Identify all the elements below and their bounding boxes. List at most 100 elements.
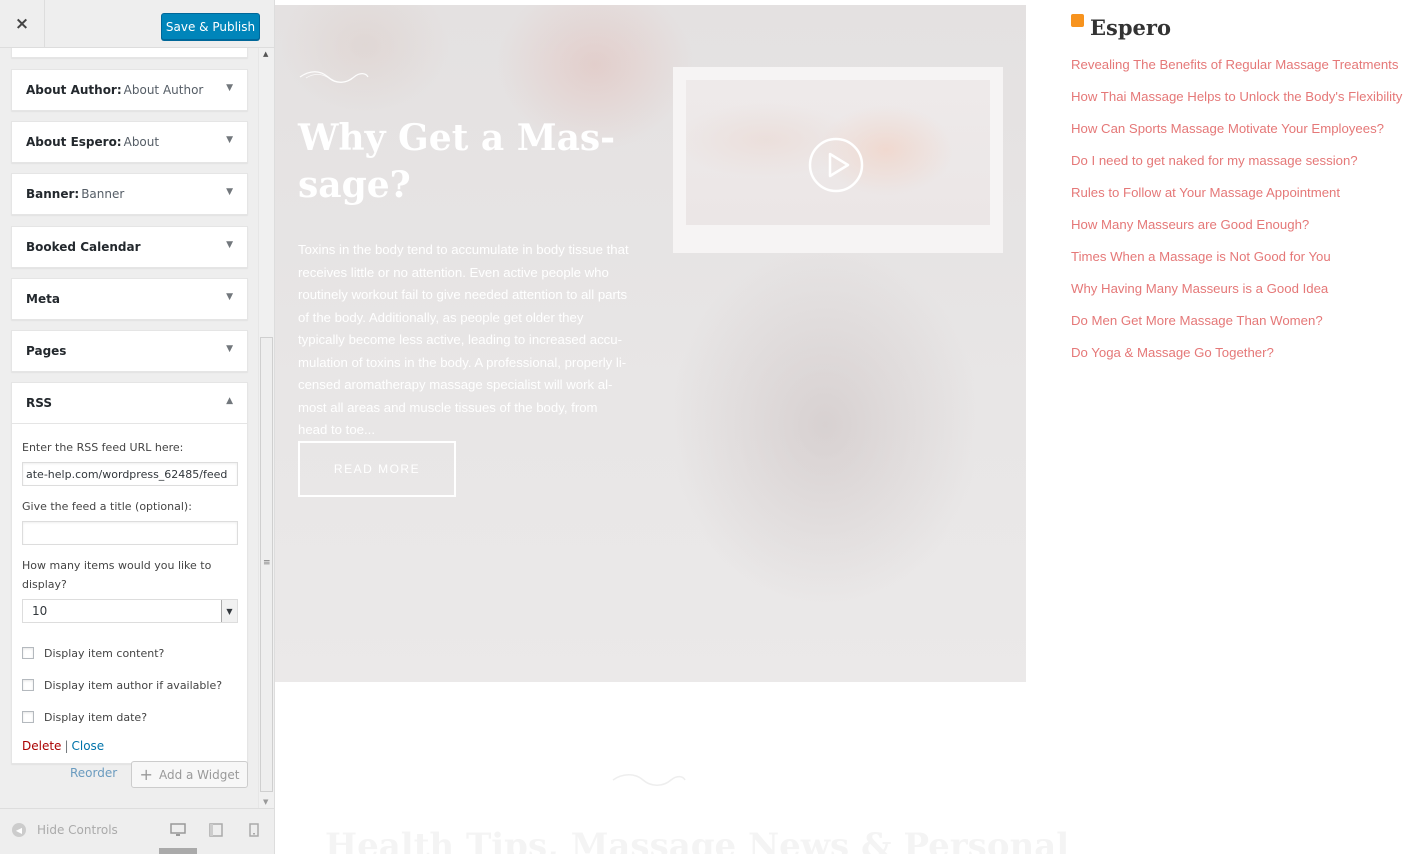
delete-link[interactable]: Delete: [22, 739, 61, 753]
item-content-label: Display item content?: [44, 646, 165, 660]
widget-title: About Author: [123, 83, 204, 97]
expand-arrow-icon[interactable]: ▼: [226, 135, 233, 145]
rss-feed-widget: Espero Revealing The Benefits of Regular…: [1071, 14, 1411, 374]
tablet-icon[interactable]: [209, 823, 223, 841]
widget-actions: Delete | Close: [22, 739, 237, 753]
rss-widget-form: Enter the RSS feed URL here: Give the fe…: [12, 423, 247, 763]
rss-icon[interactable]: [1071, 14, 1084, 27]
scroll-up-icon[interactable]: ▲: [263, 50, 268, 58]
action-separator: |: [64, 739, 69, 753]
read-more-button[interactable]: READ MORE: [298, 441, 456, 497]
plus-icon: +: [139, 765, 153, 784]
feed-url-input[interactable]: [22, 462, 238, 486]
widget-partial[interactable]: [11, 48, 248, 58]
play-icon[interactable]: [808, 137, 864, 193]
expand-arrow-icon[interactable]: ▼: [226, 83, 233, 93]
hide-controls-label: Hide Controls: [37, 823, 118, 837]
option-item-author[interactable]: Display item author if available?: [22, 669, 237, 701]
widget-booked-calendar[interactable]: Booked Calendar ▼: [11, 226, 248, 268]
widget-header[interactable]: About Espero: About ▼: [12, 122, 247, 162]
expand-arrow-icon[interactable]: ▼: [226, 240, 233, 250]
option-item-content[interactable]: Display item content?: [22, 637, 237, 669]
grip-icon: ≡: [263, 558, 271, 568]
rss-widget-title[interactable]: Espero: [1090, 15, 1171, 40]
item-date-label: Display item date?: [44, 710, 148, 724]
rss-item-link[interactable]: Why Having Many Masseurs is a Good Idea: [1071, 278, 1411, 300]
rss-item-link[interactable]: Times When a Massage is Not Good for You: [1071, 246, 1411, 268]
rss-widget-heading: Espero: [1071, 14, 1411, 40]
widget-pages[interactable]: Pages ▼: [11, 330, 248, 372]
widget-meta[interactable]: Meta ▼: [11, 278, 248, 320]
rss-item-link[interactable]: Do Men Get More Massage Than Women?: [1071, 310, 1411, 332]
hero-text: Toxins in the body tend to accumulate in…: [298, 242, 629, 437]
customizer-screen: × Save & Publish About Author: About Aut…: [0, 0, 1419, 854]
close-icon[interactable]: ×: [0, 0, 45, 48]
save-publish-button[interactable]: Save & Publish: [161, 13, 260, 40]
customizer-footer: ◀ Hide Controls: [0, 808, 274, 854]
widget-header[interactable]: Booked Calendar ▼: [12, 227, 247, 267]
desktop-icon[interactable]: [170, 823, 186, 841]
collapse-icon: ◀: [12, 823, 26, 837]
widget-about-author[interactable]: About Author: About Author ▼: [11, 69, 248, 111]
widget-header[interactable]: Pages ▼: [12, 331, 247, 371]
hero-section: Why Get a Mas­sage? Toxins in the body t…: [275, 5, 1026, 682]
widget-name: About Espero:: [26, 135, 122, 149]
widget-name: Meta: [26, 292, 60, 306]
rss-item-link[interactable]: How Thai Massage Helps to Unlock the Bod…: [1071, 86, 1411, 108]
expand-arrow-icon[interactable]: ▼: [226, 292, 233, 302]
ornament-icon: [299, 71, 369, 83]
widget-title: Banner: [81, 187, 125, 201]
rss-item-link[interactable]: Do Yoga & Massage Go Together?: [1071, 342, 1411, 364]
scrollbar-thumb[interactable]: ≡: [260, 337, 273, 792]
expand-arrow-icon[interactable]: ▼: [226, 344, 233, 354]
widget-header[interactable]: About Author: About Author ▼: [12, 70, 247, 110]
items-count-select[interactable]: 10 ▼: [22, 599, 238, 623]
widget-header[interactable]: RSS ▲: [12, 383, 247, 423]
expand-arrow-icon[interactable]: ▼: [226, 187, 233, 197]
sidebar-scrollbar[interactable]: ▲ ≡ ▼: [258, 48, 274, 808]
video-thumbnail[interactable]: [673, 67, 1003, 253]
widget-name: Booked Calendar: [26, 240, 141, 254]
items-count-label: How many items would you like to display…: [22, 559, 212, 591]
mobile-icon[interactable]: [249, 823, 259, 841]
rss-item-link[interactable]: How Many Masseurs are Good Enough?: [1071, 214, 1411, 236]
widget-name: Pages: [26, 344, 67, 358]
widget-header[interactable]: Banner: Banner ▼: [12, 174, 247, 214]
option-item-date[interactable]: Display item date?: [22, 701, 237, 733]
close-link[interactable]: Close: [71, 739, 104, 753]
item-author-label: Display item author if available?: [44, 678, 223, 692]
ornament-icon: [612, 774, 686, 786]
item-author-checkbox[interactable]: [22, 679, 34, 691]
customizer-header: × Save & Publish: [0, 0, 274, 48]
feed-title-label: Give the feed a title (optional):: [22, 500, 192, 513]
widget-rss[interactable]: RSS ▲ Enter the RSS feed URL here: Give …: [11, 382, 248, 764]
widget-banner[interactable]: Banner: Banner ▼: [11, 173, 248, 215]
widget-name: About Author:: [26, 83, 122, 97]
active-device-indicator: [159, 848, 197, 854]
rss-item-link[interactable]: Revealing The Benefits of Regular Massag…: [1071, 54, 1411, 76]
feed-url-label: Enter the RSS feed URL here:: [22, 441, 184, 454]
rss-item-link[interactable]: Rules to Follow at Your Massage Appointm…: [1071, 182, 1411, 204]
widget-header[interactable]: Meta ▼: [12, 279, 247, 319]
widget-list: About Author: About Author ▼ About Esper…: [0, 48, 258, 808]
collapse-arrow-icon[interactable]: ▲: [226, 396, 233, 406]
rss-item-link[interactable]: Do I need to get naked for my massage se…: [1071, 150, 1411, 172]
item-date-checkbox[interactable]: [22, 711, 34, 723]
widget-name: RSS: [26, 396, 52, 410]
items-count-value: 10: [32, 604, 48, 618]
widget-title: About: [123, 135, 160, 149]
customizer-sidebar: × Save & Publish About Author: About Aut…: [0, 0, 275, 854]
scroll-down-icon[interactable]: ▼: [263, 798, 268, 806]
add-widget-label: Add a Widget: [158, 767, 240, 782]
widget-about-espero[interactable]: About Espero: About ▼: [11, 121, 248, 163]
item-content-checkbox[interactable]: [22, 647, 34, 659]
reorder-link[interactable]: Reorder: [70, 766, 117, 780]
feed-title-input[interactable]: [22, 521, 238, 545]
rss-item-list: Revealing The Benefits of Regular Massag…: [1071, 54, 1411, 364]
hide-controls-button[interactable]: ◀ Hide Controls: [12, 823, 118, 837]
chevron-down-icon[interactable]: ▼: [221, 600, 237, 622]
section-heading: Health Tips, Massage News & Personal: [325, 826, 1070, 854]
rss-item-link[interactable]: How Can Sports Massage Motivate Your Emp…: [1071, 118, 1411, 140]
add-widget-button[interactable]: + Add a Widget: [131, 761, 248, 788]
hero-title: Why Get a Mas­sage?: [298, 117, 616, 206]
